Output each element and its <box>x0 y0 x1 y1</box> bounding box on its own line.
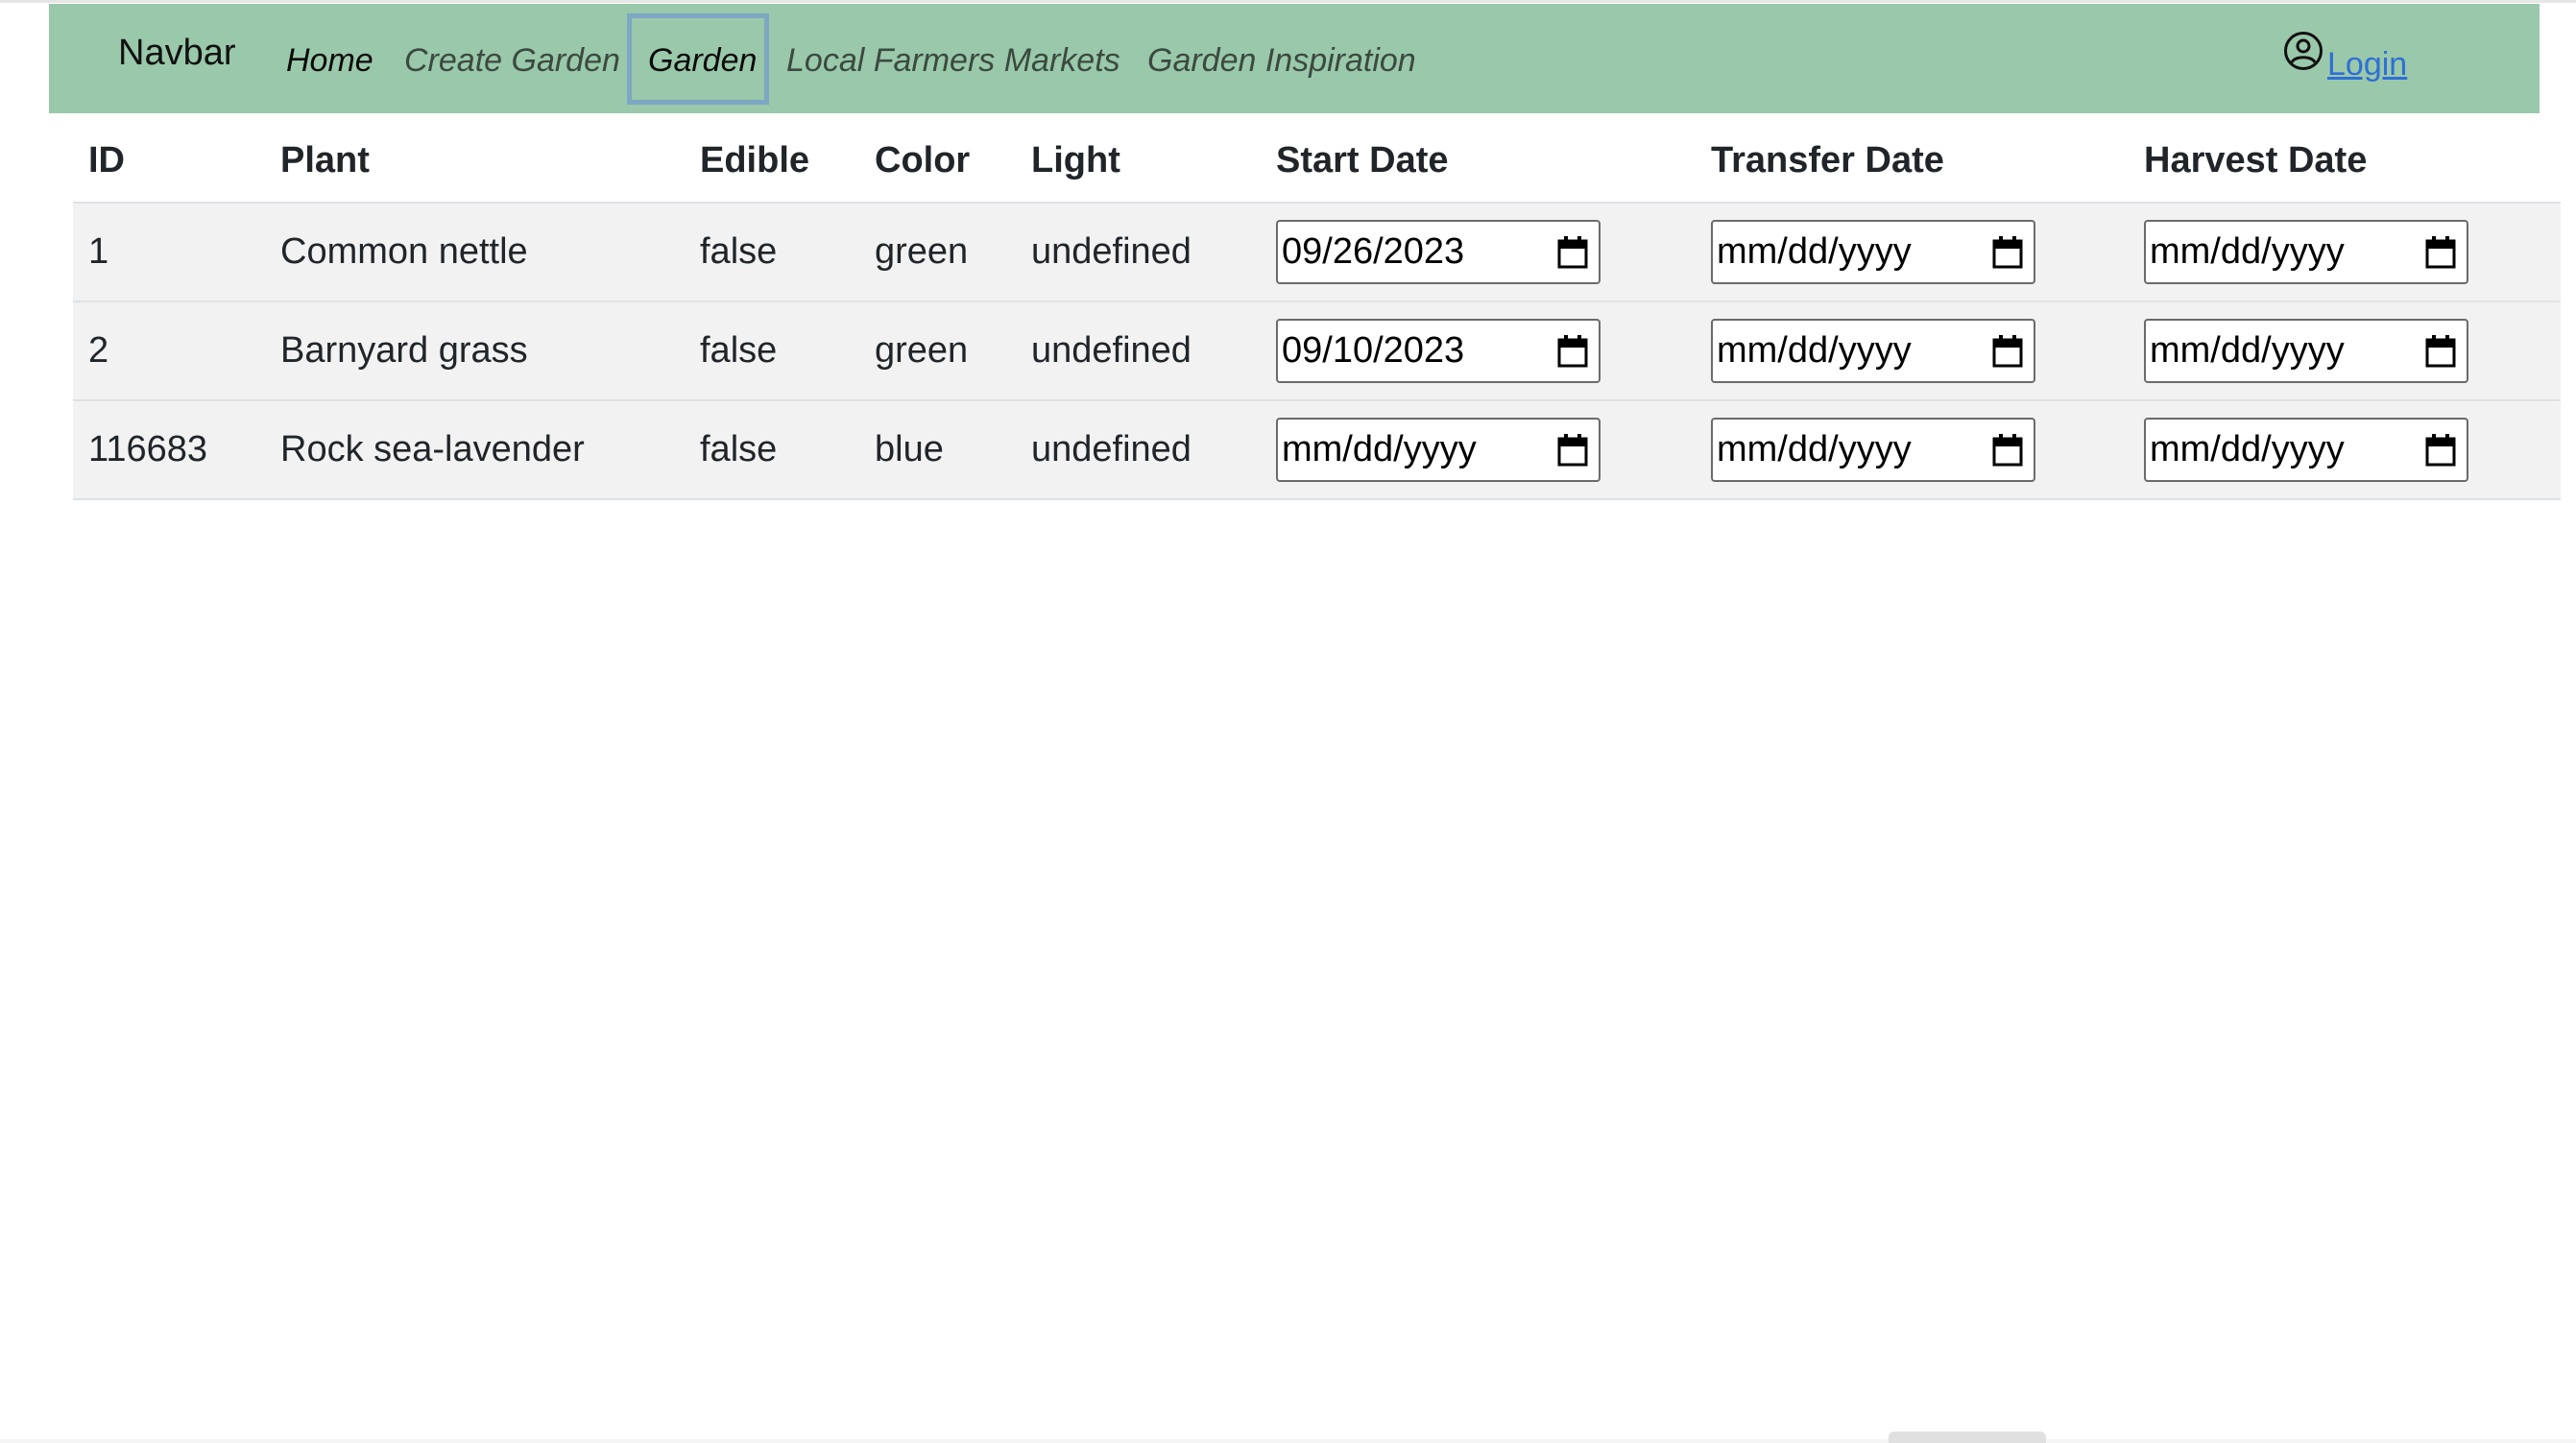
transfer-date-value: mm/dd/yyyy <box>1717 231 1912 272</box>
table-row: 1 Common nettle false green undefined 09… <box>73 202 2561 301</box>
cell-color: blue <box>859 399 1016 500</box>
cell-color: green <box>859 202 1016 301</box>
harvest-date-input[interactable]: mm/dd/yyyy <box>2144 418 2468 482</box>
nav-link-garden-inspiration[interactable]: Garden Inspiration <box>1147 42 1416 80</box>
header-id: ID <box>88 140 125 180</box>
table-row: 2 Barnyard grass false green undefined 0… <box>73 301 2561 400</box>
transfer-date-input[interactable]: mm/dd/yyyy <box>1711 220 2035 284</box>
nav-link-local-farmers-markets[interactable]: Local Farmers Markets <box>786 42 1120 80</box>
cell-plant: Rock sea-lavender <box>265 399 685 500</box>
cell-id: 116683 <box>73 399 265 500</box>
cell-color: green <box>859 301 1016 400</box>
harvest-date-value: mm/dd/yyyy <box>2150 330 2345 371</box>
nav-link-create-garden[interactable]: Create Garden <box>404 42 620 80</box>
user-circle-icon[interactable] <box>2283 31 2323 71</box>
harvest-date-input[interactable]: mm/dd/yyyy <box>2144 220 2468 284</box>
cell-plant: Common nettle <box>265 202 685 301</box>
header-color: Color <box>875 140 971 180</box>
start-date-value: 09/26/2023 <box>1282 231 1465 272</box>
calendar-icon[interactable] <box>1991 334 2024 369</box>
transfer-date-value: mm/dd/yyyy <box>1717 429 1912 469</box>
table-header-row: ID Plant Edible Color Light Start Date T… <box>73 120 2561 203</box>
start-date-input[interactable]: mm/dd/yyyy <box>1276 418 1601 482</box>
calendar-icon[interactable] <box>1556 235 1589 270</box>
harvest-date-value: mm/dd/yyyy <box>2150 231 2345 272</box>
cell-edible: false <box>685 399 859 500</box>
window-bottom-border <box>0 1439 2576 1443</box>
cell-plant: Barnyard grass <box>265 301 685 400</box>
header-plant: Plant <box>280 140 370 180</box>
calendar-icon[interactable] <box>2424 433 2457 468</box>
calendar-icon[interactable] <box>1991 235 2024 270</box>
cell-id: 1 <box>73 202 265 301</box>
transfer-date-input[interactable]: mm/dd/yyyy <box>1711 418 2035 482</box>
navbar: Navbar Home Create Garden Garden Local F… <box>49 4 2540 113</box>
start-date-input[interactable]: 09/26/2023 <box>1276 220 1601 284</box>
harvest-date-input[interactable]: mm/dd/yyyy <box>2144 319 2468 383</box>
cell-edible: false <box>685 202 859 301</box>
header-start-date: Start Date <box>1276 140 1449 180</box>
login-link[interactable]: Login <box>2327 46 2407 84</box>
header-light: Light <box>1031 140 1120 180</box>
transfer-date-value: mm/dd/yyyy <box>1717 330 1912 371</box>
cell-light: undefined <box>1016 202 1261 301</box>
navbar-brand[interactable]: Navbar <box>118 33 236 74</box>
harvest-date-value: mm/dd/yyyy <box>2150 429 2345 469</box>
nav-link-garden[interactable]: Garden <box>648 42 757 80</box>
start-date-value: mm/dd/yyyy <box>1282 429 1477 469</box>
nav-link-home[interactable]: Home <box>286 42 373 80</box>
garden-plants-table: ID Plant Edible Color Light Start Date T… <box>73 120 2561 500</box>
transfer-date-input[interactable]: mm/dd/yyyy <box>1711 319 2035 383</box>
calendar-icon[interactable] <box>1991 433 2024 468</box>
window-top-border <box>0 0 2576 3</box>
bottom-scroll-handle[interactable] <box>1889 1431 2046 1443</box>
calendar-icon[interactable] <box>2424 334 2457 369</box>
start-date-value: 09/10/2023 <box>1282 330 1465 371</box>
cell-light: undefined <box>1016 301 1261 400</box>
header-transfer-date: Transfer Date <box>1711 140 1944 180</box>
start-date-input[interactable]: 09/10/2023 <box>1276 319 1601 383</box>
cell-light: undefined <box>1016 399 1261 500</box>
header-edible: Edible <box>700 140 810 180</box>
calendar-icon[interactable] <box>1556 334 1589 369</box>
calendar-icon[interactable] <box>1556 433 1589 468</box>
cell-id: 2 <box>73 301 265 400</box>
header-harvest-date: Harvest Date <box>2144 140 2368 180</box>
cell-edible: false <box>685 301 859 400</box>
calendar-icon[interactable] <box>2424 235 2457 270</box>
table-row: 116683 Rock sea-lavender false blue unde… <box>73 399 2561 500</box>
